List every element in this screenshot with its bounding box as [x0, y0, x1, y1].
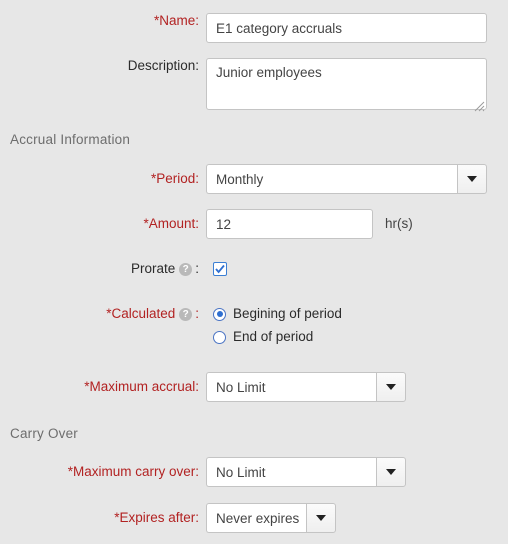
help-icon[interactable]: ?	[179, 307, 193, 321]
maximum-accrual-label: *Maximum accrual:	[84, 379, 199, 394]
maximum-carry-over-dropdown-button[interactable]	[376, 457, 406, 487]
description-textarea[interactable]	[206, 58, 487, 110]
field-row-name: *Name:	[0, 13, 487, 43]
calculated-label: *Calculated	[106, 306, 176, 321]
description-label: Description:	[127, 58, 199, 73]
amount-unit-label: hr(s)	[385, 216, 413, 231]
radio-button[interactable]	[213, 330, 226, 344]
expires-after-dropdown-button[interactable]	[306, 503, 336, 533]
amount-label: *Amount:	[143, 216, 199, 231]
radio-label: End of period	[233, 329, 314, 344]
field-row-calculated: *Calculated ? : Begining of period End o…	[0, 307, 342, 344]
prorate-label-group: Prorate ? :	[0, 262, 206, 276]
period-select[interactable]: Monthly	[206, 164, 487, 194]
field-row-amount: *Amount: hr(s)	[0, 209, 413, 239]
maximum-carry-over-select[interactable]: No Limit	[206, 457, 406, 487]
field-row-expires-after: *Expires after: Never expires	[0, 503, 336, 533]
prorate-checkbox[interactable]	[213, 262, 227, 276]
period-label: *Period:	[150, 171, 199, 186]
radio-button[interactable]	[213, 307, 226, 321]
maximum-accrual-dropdown-button[interactable]	[376, 372, 406, 402]
calculated-colon: :	[195, 306, 199, 321]
maximum-accrual-select[interactable]: No Limit	[206, 372, 406, 402]
prorate-colon: :	[195, 261, 199, 276]
maximum-accrual-select-value[interactable]: No Limit	[206, 372, 376, 402]
section-heading-carry-over: Carry Over	[10, 426, 79, 441]
chevron-down-icon	[316, 515, 326, 521]
chevron-down-icon	[386, 384, 396, 390]
period-select-value[interactable]: Monthly	[206, 164, 457, 194]
expires-after-select[interactable]: Never expires	[206, 503, 336, 533]
field-row-maximum-carry-over: *Maximum carry over: No Limit	[0, 457, 406, 487]
section-heading-accrual-information: Accrual Information	[10, 132, 131, 147]
field-row-period: *Period: Monthly	[0, 164, 487, 194]
expires-after-label: *Expires after:	[114, 510, 199, 525]
field-row-description: Description:	[0, 58, 487, 113]
check-icon	[215, 264, 225, 274]
calculated-radio-group: Begining of period End of period	[213, 307, 342, 344]
field-row-prorate: Prorate ? :	[0, 262, 227, 276]
maximum-carry-over-select-value[interactable]: No Limit	[206, 457, 376, 487]
prorate-label: Prorate	[130, 261, 176, 276]
amount-input[interactable]	[206, 209, 373, 239]
name-input[interactable]	[206, 13, 487, 43]
chevron-down-icon	[386, 469, 396, 475]
radio-label: Begining of period	[233, 306, 342, 321]
radio-option-end-of-period[interactable]: End of period	[213, 330, 342, 344]
field-row-maximum-accrual: *Maximum accrual: No Limit	[0, 372, 406, 402]
calculated-label-group: *Calculated ? :	[0, 307, 206, 321]
chevron-down-icon	[467, 176, 477, 182]
help-icon[interactable]: ?	[179, 262, 193, 276]
radio-option-beginning-of-period[interactable]: Begining of period	[213, 307, 342, 321]
period-dropdown-button[interactable]	[457, 164, 487, 194]
name-label: *Name:	[153, 13, 199, 28]
maximum-carry-over-label: *Maximum carry over:	[67, 464, 199, 479]
accrual-policy-form: *Name: Description: Accrual Information …	[0, 0, 508, 544]
expires-after-select-value[interactable]: Never expires	[206, 503, 306, 533]
